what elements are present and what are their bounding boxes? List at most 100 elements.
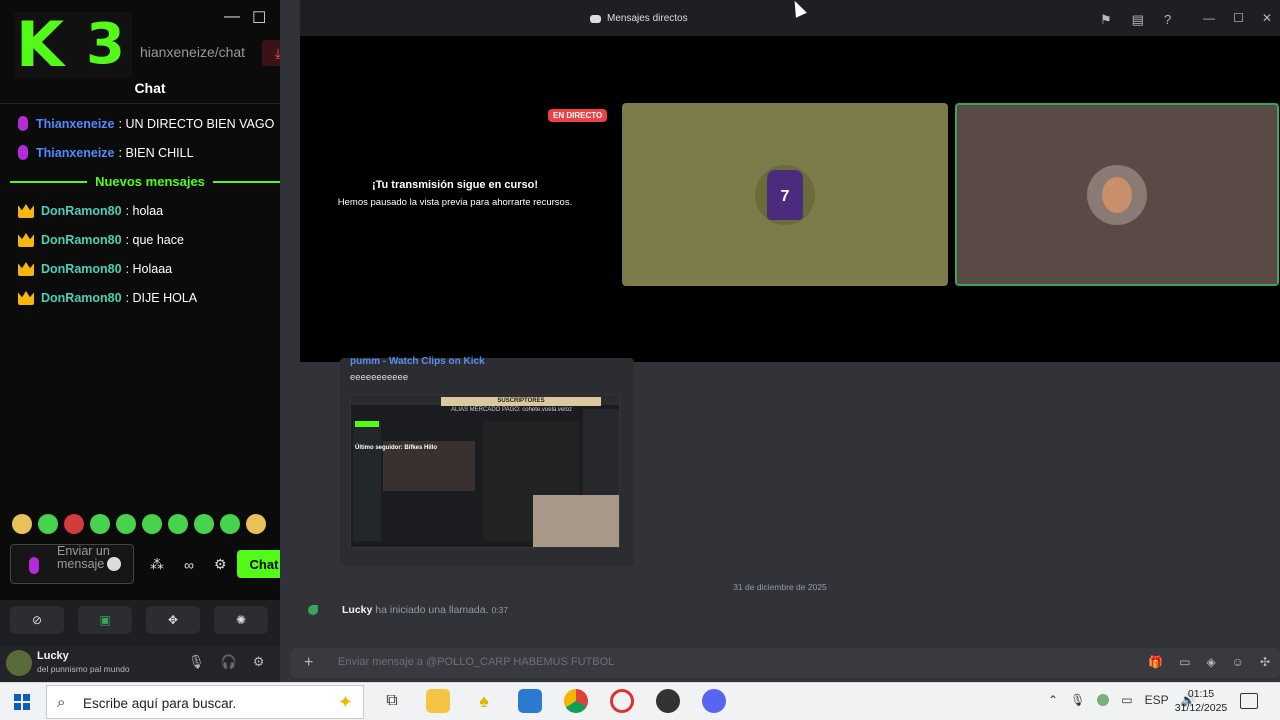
emote-icon[interactable] [12,514,32,534]
link-embed[interactable]: pumm - Watch Clips on Kick eeeeeeeeeee S… [340,356,634,566]
camera-off-icon[interactable]: ⊘ [10,606,64,634]
embed-screenshot[interactable]: SUSCRIPTORES ALIAS MERCADO PAGO: cohete.… [350,394,620,548]
participant-tile[interactable]: 7 [622,103,948,286]
embed-text: eeeeeeeeeee [350,372,409,383]
call-system-message: Lucky ha iniciado una llamada. 0:37 [308,604,508,616]
window-controls: — ☐ ✕ [1203,11,1272,25]
mic-icon[interactable]: 🎙 [188,654,205,670]
avatar[interactable] [6,650,32,676]
windows-start-icon[interactable] [14,694,30,710]
crown-badge-icon [18,233,34,247]
sticker-icon[interactable]: ◈ [1206,655,1215,669]
apps-icon[interactable]: ✣ [1260,655,1270,669]
headphones-icon[interactable]: 🎧 [221,654,237,670]
maximize-icon[interactable]: ☐ [252,8,266,28]
network-icon[interactable]: ▭ [1121,693,1132,707]
emoji-icon[interactable]: ☺ [1232,655,1244,669]
emote-icon[interactable] [38,514,58,534]
inbox-icon[interactable]: ▤ [1132,12,1144,28]
gif-icon[interactable]: ▭ [1179,655,1190,669]
chat-text: : que hace [125,233,184,247]
sparkle-icon[interactable]: ✦ [338,692,353,713]
crown-badge-icon [18,262,34,276]
help-icon[interactable]: ? [1164,12,1171,28]
gift-icon[interactable]: 🎁 [1148,655,1163,669]
app-icon[interactable] [518,689,542,713]
share-icon[interactable]: ⁂ [150,556,164,573]
emote-icon[interactable] [220,514,240,534]
chrome-icon[interactable] [564,689,588,713]
settings-icon[interactable]: ⚙ [253,654,265,670]
stream-paused-subtitle: Hemos pausado la vista previa para ahorr… [337,197,573,208]
emote-icon[interactable] [116,514,136,534]
infinity-icon[interactable]: ∞ [184,557,194,573]
chat-input-placeholder: Enviar un mensaje [57,544,110,571]
crown-badge-icon [18,204,34,218]
shot-subs-label: SUSCRIPTORES [441,397,601,406]
embed-title[interactable]: pumm - Watch Clips on Kick [350,356,485,367]
soundboard-icon[interactable]: ✺ [214,606,268,634]
discord-user-panel: ⊘ ▣ ✥ ✺ Lucky del punnismo pal mundo 🎙 🎧… [0,600,280,682]
user-bar: Lucky del punnismo pal mundo 🎙 🎧 ⚙ [0,646,280,682]
screen-share-icon[interactable]: ▣ [78,606,132,634]
voice-controls: ⊘ ▣ ✥ ✺ [10,606,268,634]
call-duration: 0:37 [491,605,508,615]
chat-input[interactable]: Enviar un mensaje [10,544,134,584]
opera-icon[interactable] [610,689,634,713]
chat-username[interactable]: DonRamon80 [41,233,122,247]
new-messages-label: Nuevos mensajes [95,174,205,189]
emote-icon[interactable] [168,514,188,534]
flag-icon[interactable]: ⚑ [1100,12,1112,28]
discord-icon[interactable] [702,689,726,713]
mic-badge-icon [18,116,28,131]
chat-text: : BIEN CHILL [118,145,194,160]
chat-username[interactable]: DonRamon80 [41,204,122,218]
message-composer[interactable]: + Enviar mensaje a @POLLO_CARP HABEMUS F… [290,648,1280,678]
mic-badge-icon [18,145,28,160]
chat-username[interactable]: DonRamon80 [41,262,122,276]
emoji-icon[interactable] [107,557,121,571]
message-list: pumm - Watch Clips on Kick eeeeeeeeeee S… [300,356,1280,642]
chat-username[interactable]: DonRamon80 [41,291,122,305]
chat-url: hianxeneize/chat [140,44,246,60]
chat-message: Thianxeneize: BIEN CHILL [18,145,194,160]
live-badge: EN DIRECTO [548,109,608,122]
emote-icon[interactable] [142,514,162,534]
discord-icon [590,14,601,23]
taskbar-search[interactable]: ⌕ Escribe aquí para buscar. ✦ [46,685,364,719]
chat-message: DonRamon80: que hace [18,233,184,247]
chat-username[interactable]: Thianxeneize [36,117,115,131]
emote-icon[interactable] [64,514,84,534]
notification-icon[interactable] [1240,693,1258,709]
chat-text: : holaa [125,204,164,218]
composer-icons: 🎁 ▭ ◈ ☺ ✣ [1148,655,1270,669]
maximize-icon[interactable]: ☐ [1233,11,1244,25]
plus-icon[interactable]: + [304,654,313,672]
new-messages-separator[interactable]: Nuevos mensajes [10,174,290,189]
chat-message: DonRamon80: DIJE HOLA [18,291,197,305]
kick-chat-window: K3 hianxeneize/chat ⤓ — ☐ ✕ Chat Thianxe… [0,0,300,600]
activities-icon[interactable]: ✥ [146,606,200,634]
chevron-up-icon[interactable]: ⌃ [1048,693,1058,707]
call-text: ha iniciado una llamada. [375,604,489,616]
tray-app-icon[interactable] [1097,694,1110,706]
emote-icon[interactable] [246,514,266,534]
mic-icon[interactable]: 🎙 [1070,693,1085,707]
emote-icon[interactable] [90,514,110,534]
participant-tile-speaking[interactable] [955,103,1279,286]
app-icon[interactable]: ♠ [472,689,496,713]
task-view-icon[interactable]: ⧉ [380,689,404,713]
crown-badge-icon [18,291,34,305]
emote-icon[interactable] [194,514,214,534]
kick-logo: K3 [14,12,132,78]
gear-icon[interactable]: ⚙ [214,556,227,573]
clock[interactable]: 01:15 31/12/2025 [1166,687,1236,715]
minimize-icon[interactable]: — [224,8,240,28]
close-icon[interactable]: ✕ [1262,11,1272,25]
chat-username[interactable]: Thianxeneize [36,146,115,160]
call-user[interactable]: Lucky [342,604,372,616]
composer-placeholder: Enviar mensaje a @POLLO_CARP HABEMUS FUT… [338,656,615,668]
file-explorer-icon[interactable] [426,689,450,713]
minimize-icon[interactable]: — [1203,11,1215,25]
obs-icon[interactable] [656,689,680,713]
